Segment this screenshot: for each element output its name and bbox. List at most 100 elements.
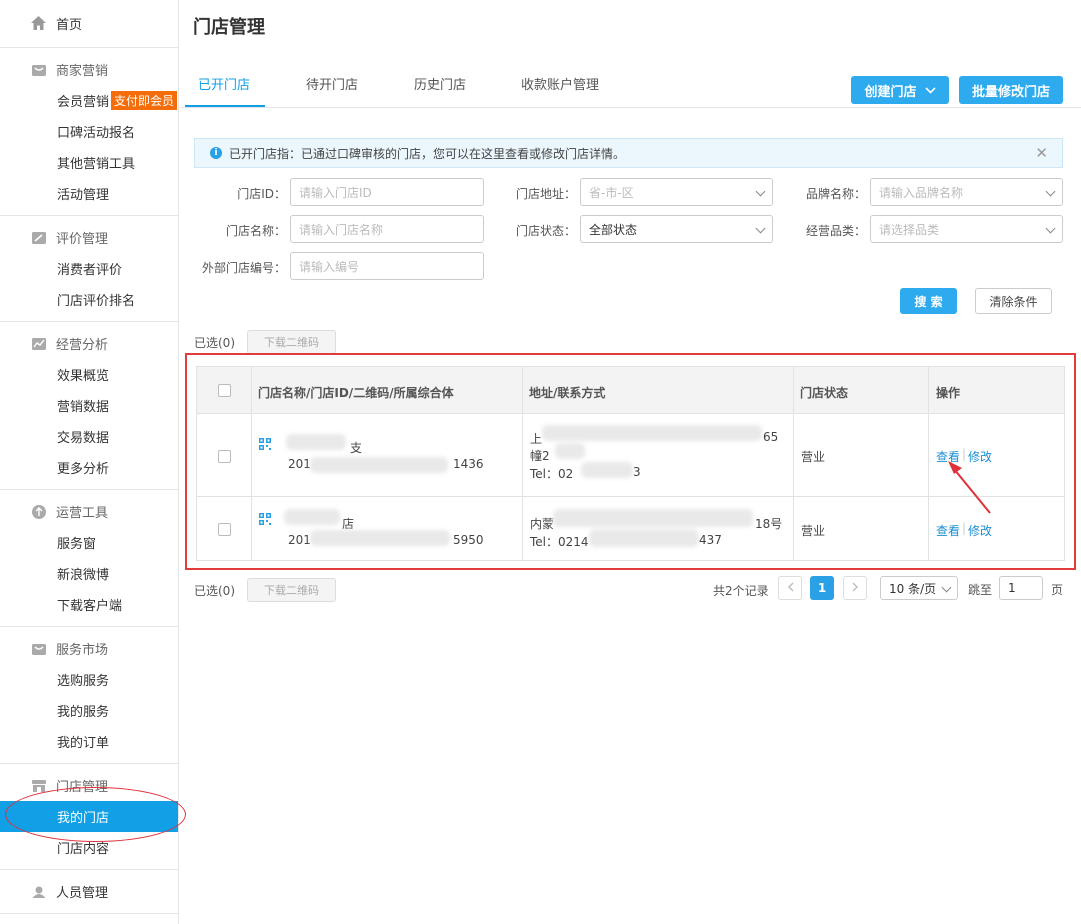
address-line1-end: 65: [763, 430, 779, 444]
sidebar-item-trade-data[interactable]: 交易数据: [0, 421, 178, 452]
batch-edit-button[interactable]: 批量修改门店: [959, 76, 1063, 104]
sidebar-item-activity[interactable]: 活动管理: [0, 178, 178, 209]
people-icon: [30, 883, 47, 900]
jump-label: 跳至: [968, 583, 993, 597]
sidebar-item-label: 首页: [56, 18, 83, 33]
chevron-down-icon: [755, 223, 766, 234]
external-no-input[interactable]: 请输入编号: [290, 252, 484, 280]
edit-link[interactable]: 修改: [968, 522, 992, 539]
main-content: 门店管理 已开门店 待开门店 历史门店 收款账户管理 创建门店 批量修改门店 i…: [180, 0, 1081, 924]
header-col: 地址/联系方式: [523, 367, 794, 413]
store-name-input[interactable]: 请输入门店名称: [290, 215, 484, 243]
sidebar-item-my-orders[interactable]: 我的订单: [0, 726, 178, 757]
sidebar-head-analysis[interactable]: 经营分析: [0, 328, 178, 359]
sidebar-item-buy-service[interactable]: 选购服务: [0, 664, 178, 695]
sidebar-item-label: 其他营销工具: [57, 157, 136, 172]
brand-placeholder: 请输入品牌名称: [879, 185, 964, 200]
category-select[interactable]: 请选择品类: [870, 215, 1063, 243]
sidebar-head-marketing[interactable]: 商家营销: [0, 54, 178, 85]
table-row: 支 201 1436 上 65 幢2 Tel：02 3 营业 查看 | 修改: [197, 414, 1064, 497]
sidebar-item-download-client[interactable]: 下载客户端: [0, 589, 178, 620]
header-status: 门店状态: [800, 386, 849, 400]
sidebar-head-reviews[interactable]: 评价管理: [0, 222, 178, 253]
blurred-name: [284, 509, 340, 525]
sidebar-item-store-ranking[interactable]: 门店评价排名: [0, 284, 178, 315]
sidebar-item-koubei-signup[interactable]: 口碑活动报名: [0, 116, 178, 147]
chevron-right-icon: [852, 581, 859, 595]
row-check-cell: [197, 414, 252, 496]
address-line1: 内蒙: [530, 517, 555, 531]
brand-input[interactable]: 请输入品牌名称: [870, 178, 1063, 206]
blurred-address: [553, 509, 753, 527]
select-all-checkbox[interactable]: [218, 384, 231, 397]
sidebar-item-consumer-reviews[interactable]: 消费者评价: [0, 253, 178, 284]
sidebar-item-other-tools[interactable]: 其他营销工具: [0, 147, 178, 178]
sidebar-group-marketing: 商家营销 会员营销 支付即会员 口碑活动报名 其他营销工具 活动管理: [0, 48, 178, 216]
row-checkbox[interactable]: [218, 450, 231, 463]
create-store-button[interactable]: 创建门店: [851, 76, 949, 104]
sidebar-item-marketing-data[interactable]: 营销数据: [0, 390, 178, 421]
address-line1: 上: [530, 432, 543, 446]
blurred-address2: [555, 443, 585, 459]
page-size-value: 10 条/页: [889, 581, 937, 596]
tab-payment-accounts[interactable]: 收款账户管理: [521, 74, 599, 93]
table-row: 店 201 5950 内蒙 18号 Tel：0214 437 营业 查看 | 修…: [197, 497, 1064, 561]
next-page-button[interactable]: [843, 576, 867, 600]
sidebar-item-label: 更多分析: [57, 462, 110, 477]
tab-pending-stores[interactable]: 待开门店: [306, 74, 358, 93]
view-link[interactable]: 查看: [936, 522, 960, 539]
sidebar-head-ops[interactable]: 运营工具: [0, 496, 178, 527]
qr-code-icon[interactable]: [259, 438, 271, 450]
sidebar-head-staff[interactable]: 人员管理: [0, 876, 178, 907]
qr-code-icon[interactable]: [259, 513, 271, 525]
sidebar-item-label: 口碑活动报名: [57, 126, 136, 141]
status-label: 门店状态：: [515, 224, 576, 238]
sidebar-item-label: 我的订单: [57, 736, 110, 751]
sidebar-head-label: 服务市场: [56, 643, 109, 658]
chevron-down-icon: [1045, 186, 1056, 197]
status-text: 营业: [801, 524, 826, 538]
jump-page-input[interactable]: 1: [999, 576, 1043, 600]
sidebar-item-label: 效果概览: [57, 369, 110, 384]
page-button-current[interactable]: 1: [810, 576, 834, 600]
download-qr-button[interactable]: 下载二维码: [247, 330, 336, 354]
link-divider: |: [962, 521, 967, 535]
row-checkbox[interactable]: [218, 523, 231, 536]
sidebar-item-overview[interactable]: 效果概览: [0, 359, 178, 390]
sidebar-head-label: 运营工具: [56, 506, 109, 521]
address-line2: 幢2: [530, 449, 550, 463]
status-select[interactable]: 全部状态: [580, 215, 773, 243]
blurred-name: [286, 434, 346, 450]
sidebar-item-weibo[interactable]: 新浪微博: [0, 558, 178, 589]
store-id-input[interactable]: 请输入门店ID: [290, 178, 484, 206]
pay-member-badge[interactable]: 支付即会员: [111, 91, 178, 110]
page-size-select[interactable]: 10 条/页: [880, 576, 958, 600]
prev-page-button[interactable]: [778, 576, 802, 600]
page-title: 门店管理: [193, 17, 265, 38]
clear-filters-button[interactable]: 清除条件: [975, 288, 1052, 314]
sidebar-item-service-window[interactable]: 服务窗: [0, 527, 178, 558]
blurred-id: [310, 530, 450, 546]
search-button[interactable]: 搜 索: [900, 288, 957, 314]
tab-history-stores[interactable]: 历史门店: [414, 74, 466, 93]
sidebar-group-ops: 运营工具 服务窗 新浪微博 下载客户端: [0, 490, 178, 627]
sidebar-item-my-service[interactable]: 我的服务: [0, 695, 178, 726]
address-line1-end: 18号: [755, 517, 783, 531]
sidebar-item-member-marketing[interactable]: 会员营销 支付即会员: [0, 85, 178, 116]
store-name-text: 支: [350, 441, 363, 455]
tab-open-stores[interactable]: 已开门店: [198, 74, 250, 93]
sidebar-group-staff: 人员管理: [0, 870, 178, 914]
sidebar-item-more-analysis[interactable]: 更多分析: [0, 452, 178, 483]
store-name-cell: 支 201 1436: [252, 414, 523, 496]
sidebar-item-label: 交易数据: [57, 431, 110, 446]
phone-text: Tel：0214: [530, 535, 589, 549]
chevron-down-icon: [941, 582, 952, 593]
sidebar-head-market[interactable]: 服务市场: [0, 633, 178, 664]
home-icon: [30, 15, 47, 32]
address-select[interactable]: 省-市-区: [580, 178, 773, 206]
sidebar-item-home[interactable]: 首页: [0, 0, 178, 48]
close-icon[interactable]: ✕: [1035, 144, 1048, 162]
download-qr-button-bottom[interactable]: 下载二维码: [247, 578, 336, 602]
notice-text: 已开门店指：已通过口碑审核的门店，您可以在这里查看或修改门店详情。: [229, 146, 626, 161]
info-notice: i 已开门店指：已通过口碑审核的门店，您可以在这里查看或修改门店详情。 ✕: [194, 138, 1063, 168]
